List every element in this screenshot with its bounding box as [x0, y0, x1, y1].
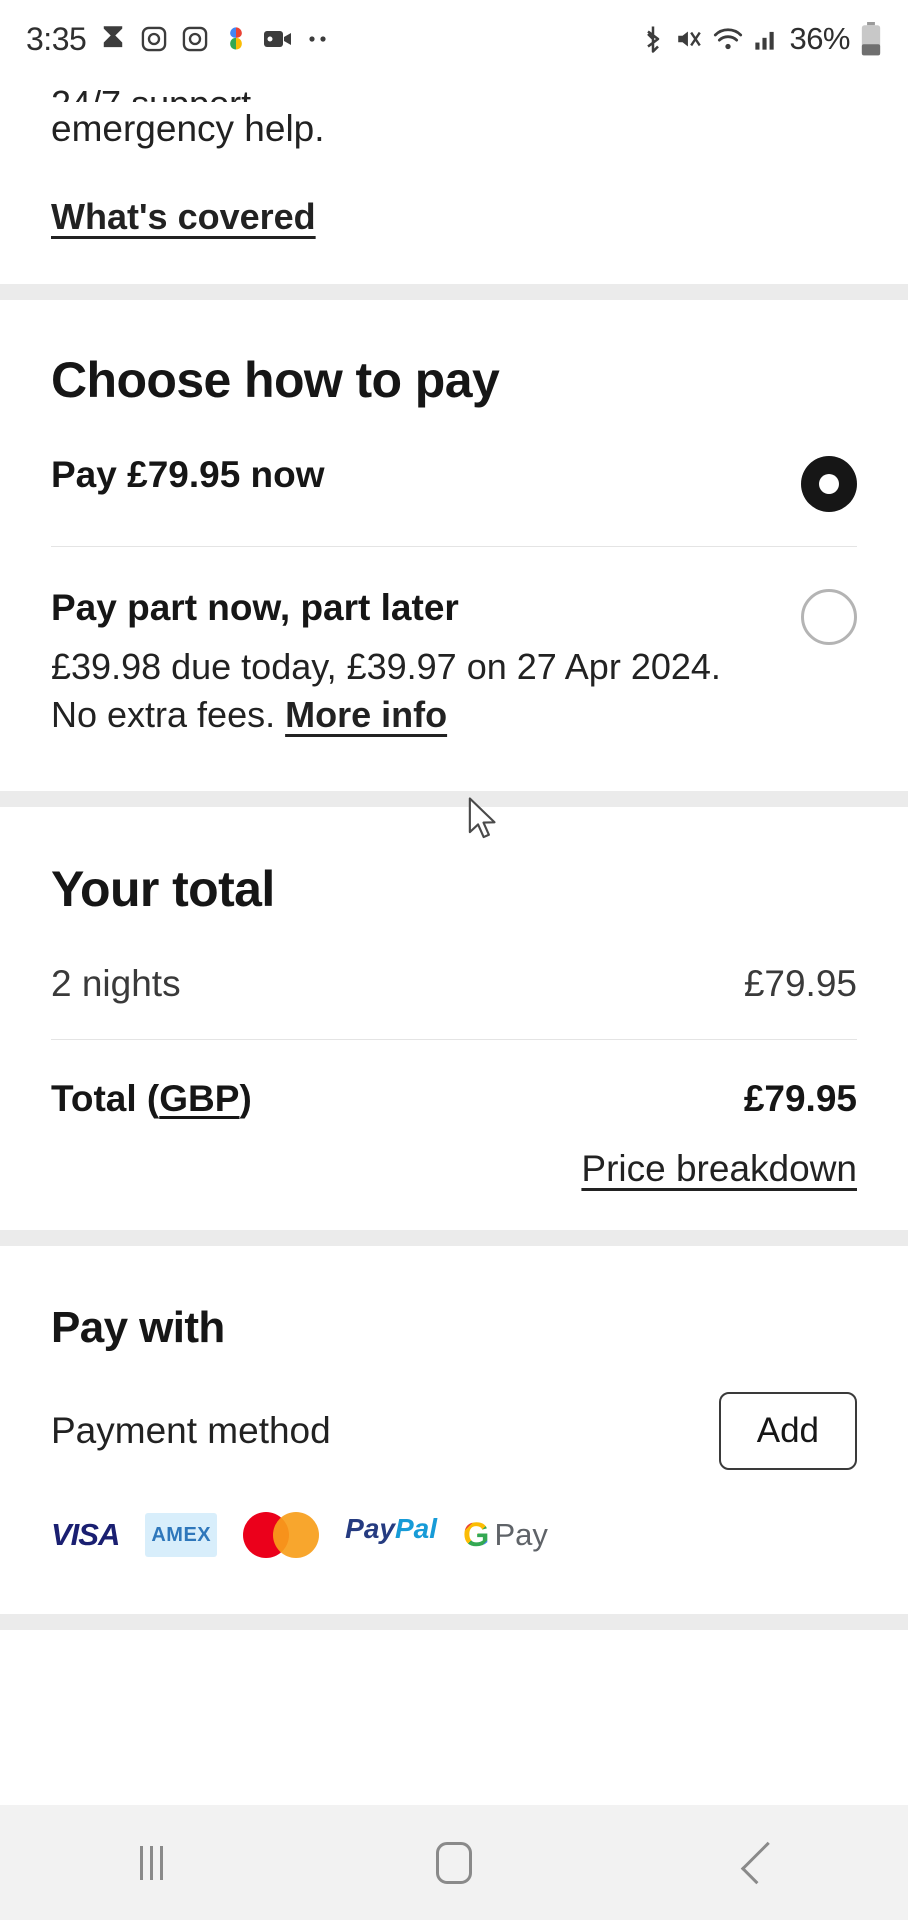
pay-option-pay-now[interactable]: Pay £79.95 now [51, 410, 857, 546]
battery-percent-label: 36% [789, 21, 850, 56]
amex-logo-text: AMEX [151, 1523, 212, 1546]
grand-total-label-prefix: Total ( [51, 1078, 160, 1119]
pay-with-section: Pay with Payment method Add VISA AMEX Pa… [0, 1246, 908, 1614]
battery-icon [860, 22, 882, 56]
bluetooth-icon [641, 24, 665, 54]
pay-option-part-later-radio[interactable] [801, 589, 857, 645]
back-button[interactable] [605, 1805, 908, 1920]
paypal-logo-text-a: Pay [345, 1513, 395, 1544]
page-content: 24/7 support emergency help. What's cove… [0, 78, 908, 1684]
pay-option-part-later-text: Pay part now, part later £39.98 due toda… [51, 585, 801, 739]
payment-logos: VISA AMEX Pay Pal G Pay [51, 1512, 857, 1558]
clipped-text-line: 24/7 support [51, 80, 857, 102]
whats-covered-link[interactable]: What's covered [51, 196, 316, 238]
instagram-icon [140, 25, 168, 53]
section-divider-band [0, 1614, 908, 1630]
payment-method-label: Payment method [51, 1410, 331, 1451]
status-bar-clock: 3:35 [26, 20, 87, 57]
gpay-logo-text: Pay [494, 1517, 548, 1552]
pay-option-part-later[interactable]: Pay part now, part later £39.98 due toda… [51, 547, 857, 769]
instagram-icon [181, 25, 209, 53]
home-icon [436, 1841, 472, 1884]
amex-logo: AMEX [145, 1513, 218, 1557]
mastercard-circles [243, 1512, 320, 1558]
total-line-item-value: £79.95 [743, 963, 857, 1004]
android-nav-bar [0, 1805, 908, 1920]
choose-how-to-pay-title: Choose how to pay [51, 352, 500, 408]
phone-screen: 3:35 36% emergency help. What's covered … [0, 0, 908, 1920]
home-button[interactable] [303, 1805, 606, 1920]
paypal-logo-text-b: Pal [394, 1513, 438, 1544]
choose-how-to-pay-section: Choose how to pay Pay £79.95 now Pay par… [0, 300, 908, 791]
mastercard-logo [243, 1512, 320, 1558]
visa-logo: VISA [51, 1513, 120, 1557]
more-dots-icon [306, 34, 332, 44]
status-bar: 3:35 36% [0, 0, 908, 78]
section-divider-band [0, 284, 908, 300]
bottom-filler [0, 1630, 908, 1684]
section-divider-band [0, 791, 908, 807]
grand-total-row: Total (GBP) £79.95 [51, 1040, 857, 1120]
more-info-link[interactable]: More info [285, 691, 447, 739]
back-chevron-icon [740, 1841, 783, 1884]
status-bar-right: 36% [641, 21, 882, 57]
your-total-section: Your total 2 nights £79.95 Total (GBP) £… [0, 807, 908, 1230]
pay-with-title: Pay with [51, 1303, 225, 1352]
pay-option-pay-now-radio[interactable] [801, 456, 857, 512]
your-total-header: Your total [51, 859, 857, 919]
pay-option-part-later-sub: £39.98 due today, £39.97 on 27 Apr 2024.… [51, 643, 773, 739]
wifi-icon [713, 26, 743, 52]
section-divider-band [0, 1230, 908, 1246]
your-total-title: Your total [51, 861, 275, 917]
mute-icon [675, 26, 703, 52]
gpay-logo: G Pay [463, 1513, 548, 1557]
grand-total-value: £79.95 [743, 1078, 857, 1119]
coverage-section: 24/7 support emergency help. What's cove… [0, 78, 908, 284]
pay-option-pay-now-text: Pay £79.95 now [51, 452, 801, 498]
grand-total-label-suffix: ) [239, 1078, 252, 1119]
pay-option-pay-now-label: Pay £79.95 now [51, 454, 325, 495]
recents-icon [139, 1845, 163, 1880]
price-breakdown-link[interactable]: Price breakdown [581, 1148, 857, 1190]
total-line-item-label: 2 nights [51, 963, 181, 1004]
grand-total-label: Total (GBP) [51, 1078, 252, 1120]
cellular-signal-icon [753, 26, 779, 52]
status-bar-left: 3:35 [26, 21, 332, 58]
payment-method-row: Payment method Add [51, 1392, 857, 1470]
pay-option-part-later-label: Pay part now, part later [51, 587, 459, 628]
visa-logo-text: VISA [51, 1517, 120, 1552]
photos-icon [222, 25, 250, 53]
price-breakdown-row: Price breakdown [51, 1120, 857, 1190]
google-g-icon: G [463, 1515, 490, 1554]
video-camera-icon [263, 27, 293, 51]
add-payment-method-button[interactable]: Add [718, 1392, 857, 1470]
hourglass-icon [99, 24, 127, 54]
paypal-logo: Pay Pal [345, 1513, 437, 1557]
coverage-body-text: emergency help. [51, 108, 325, 149]
currency-code[interactable]: GBP [159, 1078, 239, 1119]
total-line-item: 2 nights £79.95 [51, 919, 857, 1039]
recents-button[interactable] [0, 1805, 303, 1920]
